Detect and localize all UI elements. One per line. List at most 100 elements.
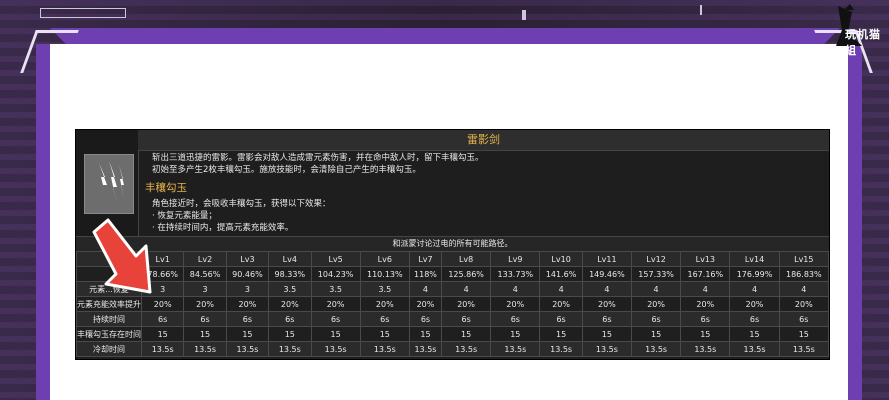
table-cell: 118%	[408, 266, 443, 282]
table-cell: 15	[729, 326, 780, 342]
table-cell: 6s	[268, 311, 312, 327]
level-header: Lv11	[581, 251, 633, 267]
table-cell: 20%	[310, 296, 361, 312]
table-row: 78.66% 84.56% 90.46% 98.33% 104.23% 110.13% 11…	[76, 266, 830, 282]
table-cell: 15	[778, 326, 830, 342]
table-cell: 15	[359, 326, 410, 342]
table-cell: 6s	[630, 311, 682, 327]
table-cell: 6s	[680, 311, 731, 327]
level-header: Lv8	[441, 251, 492, 267]
row-label: 丰穰勾玉存在时间	[76, 326, 142, 342]
table-cell: 20%	[729, 296, 780, 312]
description-line: 斩出三道迅捷的雷影。雷影会对敌人造成雷元素伤害，并在命中敌人时，留下丰穰勾玉。	[152, 153, 484, 163]
table-cell: 3.5	[359, 281, 410, 297]
table-cell: 6s	[581, 311, 633, 327]
table-cell: 13.5s	[581, 341, 633, 357]
table-cell: 3.5	[310, 281, 361, 297]
table-row: 冷却时间 13.5s 13.5s 13.5s 13.5s 13.5s 13.5s 13.5s 1…	[76, 341, 830, 357]
table-cell: 20%	[140, 296, 185, 312]
table-cell: 104.23%	[310, 266, 361, 282]
frame-left	[36, 44, 50, 400]
table-cell: 4	[729, 281, 780, 297]
table-cell: 13.5s	[140, 341, 185, 357]
table-cell: 13.5s	[778, 341, 830, 357]
level-table: Lv1 Lv2 Lv3 Lv4 Lv5 Lv6 Lv7 Lv8 Lv9 Lv10…	[76, 251, 830, 357]
top-marker	[522, 10, 526, 20]
table-cell: 6s	[441, 311, 492, 327]
table-cell: 15	[183, 326, 227, 342]
table-cell: 20%	[408, 296, 443, 312]
table-cell: 157.33%	[630, 266, 682, 282]
level-header: Lv14	[729, 251, 780, 267]
skill-card: 雷影剑 斩出三道迅捷的雷影。雷影会对敌人造成雷元素伤害，并在命中敌人时，留下丰穰…	[75, 129, 830, 360]
skill-description: 斩出三道迅捷的雷影。雷影会对敌人造成雷元素伤害，并在命中敌人时，留下丰穰勾玉。 …	[152, 152, 812, 176]
table-cell: 6s	[359, 311, 410, 327]
passive-line: 角色接近时，会吸收丰穰勾玉，获得以下效果：	[152, 199, 331, 209]
table-cell: 4	[441, 281, 492, 297]
table-cell: 15	[310, 326, 361, 342]
table-cell: 13.5s	[441, 341, 492, 357]
table-cell: 20%	[225, 296, 270, 312]
table-cell: 20%	[183, 296, 227, 312]
row-label: 元素充能效率提升	[76, 296, 142, 312]
level-header: Lv6	[359, 251, 410, 267]
table-cell: 141.6%	[539, 266, 583, 282]
table-cell: 6s	[490, 311, 541, 327]
table-cell: 4	[408, 281, 443, 297]
table-cell: 133.73%	[490, 266, 541, 282]
table-cell: 20%	[268, 296, 312, 312]
table-row: 元素充能效率提升 20% 20% 20% 20% 20% 20% 20% 20% 20% 20% 20…	[76, 296, 830, 312]
table-cell: 20%	[441, 296, 492, 312]
table-cell: 6s	[310, 311, 361, 327]
level-header: Lv15	[778, 251, 830, 267]
lightning-sword-skill-icon	[84, 154, 134, 214]
table-cell: 6s	[183, 311, 227, 327]
table-row: 持续时间 6s 6s 6s 6s 6s 6s 6s 6s 6s 6s 6s 6s 6s 6s 6s	[76, 311, 830, 327]
level-header: Lv13	[680, 251, 731, 267]
table-cell: 4	[680, 281, 731, 297]
top-marker-small	[700, 5, 702, 15]
table-cell: 186.83%	[778, 266, 830, 282]
table-cell: 84.56%	[183, 266, 227, 282]
level-header: Lv12	[630, 251, 682, 267]
table-cell: 20%	[359, 296, 410, 312]
table-cell: 15	[441, 326, 492, 342]
table-cell: 13.5s	[539, 341, 583, 357]
table-cell: 6s	[539, 311, 583, 327]
table-cell: 6s	[408, 311, 443, 327]
table-cell: 110.13%	[359, 266, 410, 282]
table-cell: 20%	[680, 296, 731, 312]
frame-right	[848, 44, 862, 400]
table-cell: 13.5s	[268, 341, 312, 357]
table-cell: 4	[581, 281, 633, 297]
level-header: Lv4	[268, 251, 312, 267]
table-cell: 90.46%	[225, 266, 270, 282]
table-cell: 15	[490, 326, 541, 342]
table-cell: 13.5s	[359, 341, 410, 357]
table-cell: 4	[539, 281, 583, 297]
top-progress-outline	[40, 8, 126, 18]
table-cell: 15	[539, 326, 583, 342]
passive-title: 丰穰勾玉	[145, 182, 187, 194]
table-cell: 4	[778, 281, 830, 297]
table-cell: 20%	[630, 296, 682, 312]
skill-title: 雷影剑	[138, 130, 829, 151]
table-header-row: Lv1 Lv2 Lv3 Lv4 Lv5 Lv6 Lv7 Lv8 Lv9 Lv10…	[76, 251, 830, 267]
description-line: 初始至多产生2枚丰穰勾玉。施放技能时，会清除自己产生的丰穰勾玉。	[152, 165, 421, 175]
table-cell: 15	[225, 326, 270, 342]
channel-logo-text: 玩机猫組	[845, 28, 881, 57]
level-header: Lv7	[408, 251, 443, 267]
frame-top	[50, 28, 840, 44]
table-cell: 3	[225, 281, 270, 297]
level-header: Lv5	[310, 251, 361, 267]
table-cell: 3	[183, 281, 227, 297]
table-cell: 15	[680, 326, 731, 342]
table-cell: 167.16%	[680, 266, 731, 282]
table-cell: 13.5s	[225, 341, 270, 357]
table-cell: 98.33%	[268, 266, 312, 282]
red-arrow-icon	[92, 218, 152, 294]
table-row: 丰穰勾玉存在时间 15 15 15 15 15 15 15 15 15 15 15 15 15 15 15	[76, 326, 830, 342]
table-cell: 6s	[140, 311, 185, 327]
table-cell: 15	[630, 326, 682, 342]
table-cell: 15	[581, 326, 633, 342]
